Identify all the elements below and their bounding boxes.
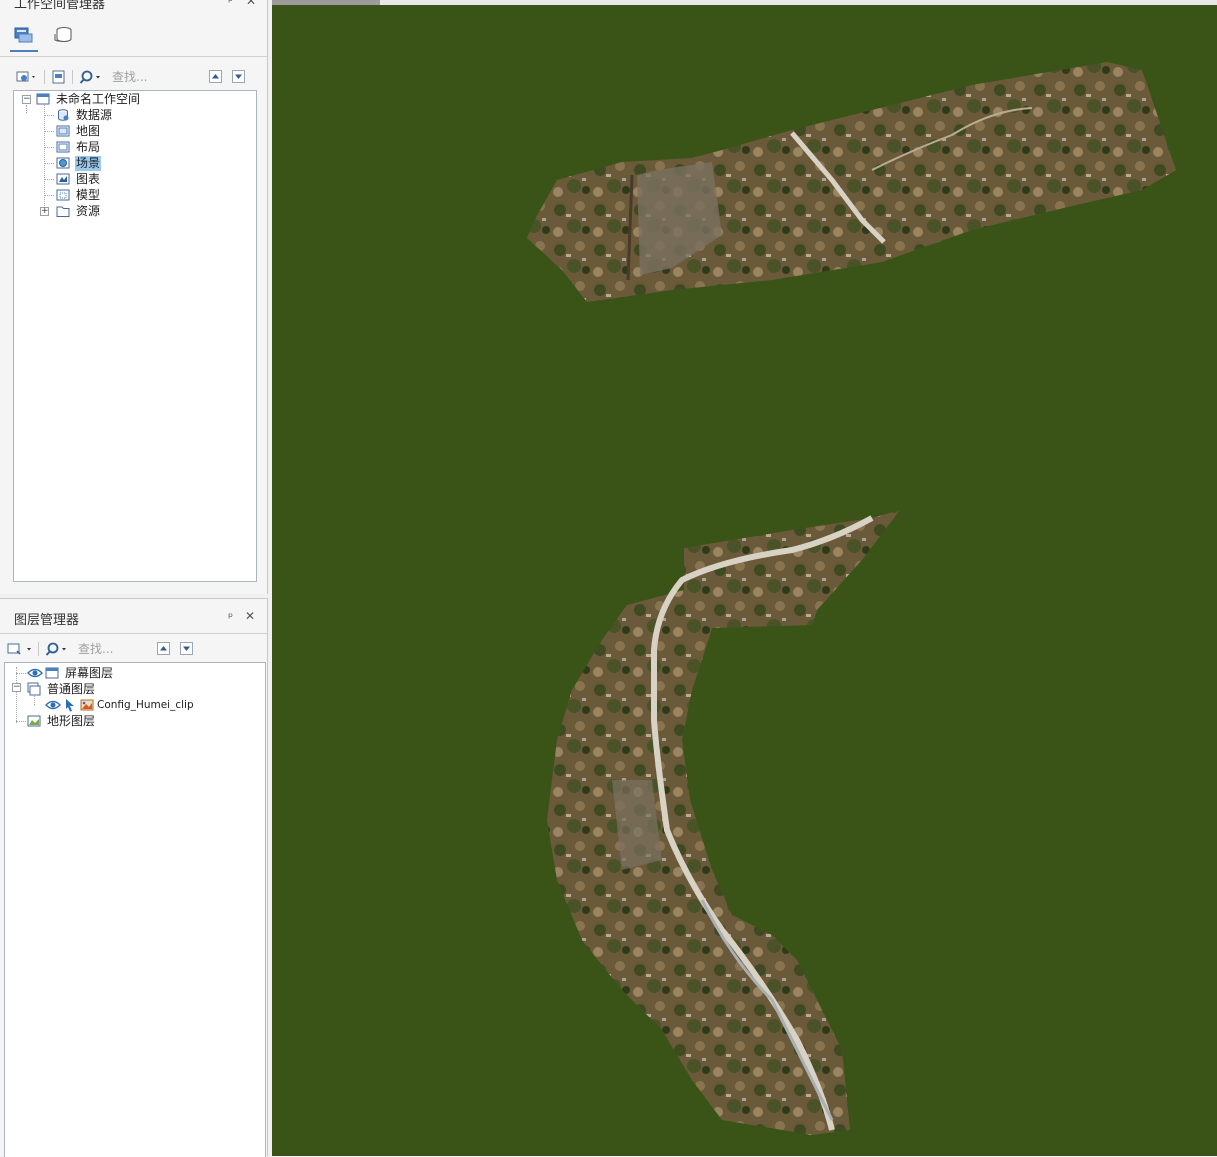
- resource-icon: [56, 206, 70, 217]
- tree-item-datasource[interactable]: 数据源: [56, 107, 113, 123]
- map-icon: [56, 125, 70, 137]
- layer-tree: 屏幕图层 − 普通图层 Config_Humei_clip 地形图层: [4, 662, 266, 1157]
- toolbar-separator: [72, 70, 73, 84]
- eye-icon[interactable]: [45, 699, 61, 711]
- search-icon[interactable]: [79, 69, 103, 85]
- scene-viewport[interactable]: [272, 0, 1217, 1156]
- terrain-layer-icon: [27, 715, 41, 727]
- expand-toggle[interactable]: +: [40, 207, 49, 216]
- tree-item-model[interactable]: 模型: [56, 187, 101, 203]
- chart-icon: [56, 173, 70, 185]
- workspace-search-input[interactable]: [110, 68, 204, 86]
- select-cursor-icon[interactable]: [63, 698, 77, 712]
- datasource-tab-icon[interactable]: [52, 26, 74, 44]
- workspace-toolbar: [0, 66, 267, 90]
- config-layer-node[interactable]: Config_Humei_clip: [45, 697, 195, 713]
- screen-layer-icon: [45, 667, 59, 679]
- imagery-patch-south: [547, 510, 900, 1135]
- workspace-manager-panel: 工作空间管理器 ᵖ ✕ 查找... − 未命名工作空间 数据源 地图 布局 场景…: [0, 0, 268, 594]
- imagery-patch-north: [527, 62, 1176, 302]
- terrain-layer-node[interactable]: 地形图层: [27, 713, 96, 729]
- active-tab-indicator: [10, 50, 38, 52]
- tree-item-map[interactable]: 地图: [56, 123, 101, 139]
- search-up-button[interactable]: [157, 642, 170, 655]
- normal-layer-node[interactable]: 普通图层: [27, 681, 96, 697]
- scene-icon: [56, 157, 70, 169]
- pin-button[interactable]: ᵖ: [228, 610, 233, 624]
- collapse-toggle[interactable]: −: [22, 95, 31, 104]
- collapse-toggle[interactable]: −: [12, 683, 21, 692]
- tree-item-resource[interactable]: 资源: [56, 203, 101, 219]
- eye-icon[interactable]: [27, 667, 43, 679]
- image-layer-icon: [80, 699, 94, 711]
- layer-group-icon: [27, 682, 41, 696]
- model-icon: [56, 189, 70, 201]
- close-button[interactable]: ✕: [245, 609, 255, 623]
- layer-manager-title: 图层管理器: [14, 613, 80, 628]
- tree-item-layout[interactable]: 布局: [56, 139, 101, 155]
- save-workspace-button[interactable]: [51, 69, 67, 85]
- tree-item-scene[interactable]: 场景: [56, 155, 102, 171]
- layer-search-input[interactable]: [76, 640, 156, 658]
- workspace-root-node[interactable]: 未命名工作空间: [36, 91, 141, 107]
- search-icon[interactable]: [45, 641, 69, 657]
- workspace-tab-icon[interactable]: [13, 26, 35, 44]
- search-up-button[interactable]: [209, 70, 222, 83]
- open-workspace-button[interactable]: [16, 69, 38, 85]
- divider: [0, 633, 267, 634]
- terrain-scene[interactable]: [272, 0, 1217, 1156]
- layer-toolbar: [0, 638, 267, 662]
- add-layer-button[interactable]: [6, 641, 34, 657]
- layer-manager-panel: 图层管理器 ᵖ ✕ 查找... 屏幕图层 − 普通图层 Config_Humei…: [0, 598, 268, 1157]
- workspace-manager-title: 工作空间管理器: [14, 0, 106, 12]
- search-down-button[interactable]: [232, 70, 245, 83]
- close-button[interactable]: ✕: [246, 0, 256, 8]
- toolbar-separator: [38, 642, 39, 656]
- workspace-tree: − 未命名工作空间 数据源 地图 布局 场景 图表 模型 + 资源: [13, 90, 257, 582]
- screen-layer-node[interactable]: 屏幕图层: [27, 665, 114, 681]
- workspace-icon: [36, 93, 50, 105]
- divider: [0, 56, 267, 57]
- layout-icon: [56, 141, 70, 153]
- tree-item-chart[interactable]: 图表: [56, 171, 101, 187]
- pin-button[interactable]: ᵖ: [228, 0, 233, 8]
- datasource-icon: [58, 109, 69, 121]
- toolbar-separator: [44, 70, 45, 84]
- search-down-button[interactable]: [180, 642, 193, 655]
